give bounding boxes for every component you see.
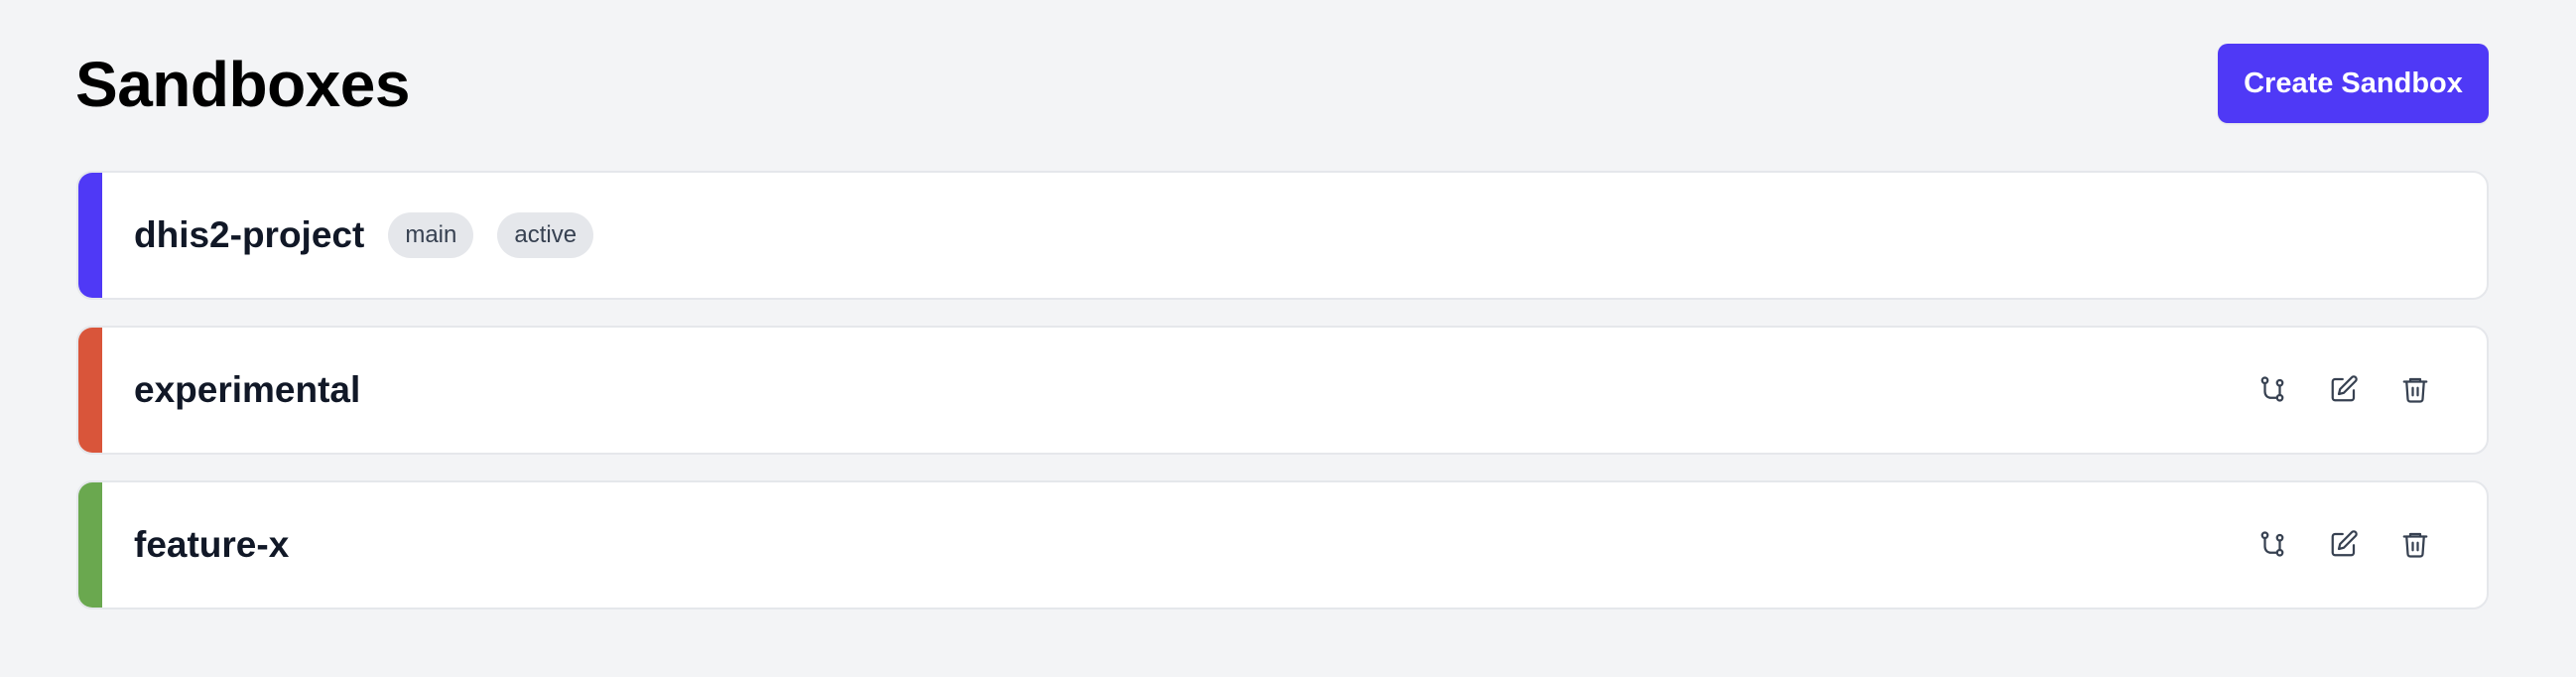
page-title: Sandboxes [75, 49, 410, 120]
status-badge: active [497, 212, 594, 258]
sandboxes-page: Sandboxes Create Sandbox dhis2-project m… [0, 0, 2576, 677]
delete-button[interactable] [2389, 364, 2441, 416]
branch-badge: main [388, 212, 474, 258]
trash-icon [2400, 374, 2430, 407]
sandbox-name: dhis2-project [134, 214, 365, 255]
sandbox-card-dhis2-project[interactable]: dhis2-project main active [76, 171, 2489, 300]
branch-icon [2257, 529, 2287, 562]
create-sandbox-button[interactable]: Create Sandbox [2218, 44, 2489, 123]
edit-icon [2329, 374, 2359, 407]
sandbox-name: experimental [134, 369, 361, 410]
delete-button[interactable] [2389, 519, 2441, 571]
edit-icon [2329, 529, 2359, 562]
sandbox-actions [2227, 519, 2441, 571]
edit-button[interactable] [2318, 519, 2370, 571]
branch-icon [2257, 374, 2287, 407]
branch-button[interactable] [2247, 364, 2298, 416]
trash-icon [2400, 529, 2430, 562]
sandbox-name: feature-x [134, 524, 290, 565]
sandbox-card-content: dhis2-project main active [134, 212, 2487, 258]
sandbox-list: dhis2-project main active experimental f… [76, 171, 2489, 635]
sandbox-card-feature-x[interactable]: feature-x [76, 480, 2489, 609]
sandbox-accent-bar [78, 173, 102, 298]
sandbox-card-content: experimental [134, 369, 2227, 411]
sandbox-card-experimental[interactable]: experimental [76, 326, 2489, 455]
edit-button[interactable] [2318, 364, 2370, 416]
sandbox-accent-bar [78, 482, 102, 608]
branch-button[interactable] [2247, 519, 2298, 571]
sandbox-card-content: feature-x [134, 524, 2227, 566]
sandbox-accent-bar [78, 328, 102, 453]
sandbox-actions [2227, 364, 2441, 416]
